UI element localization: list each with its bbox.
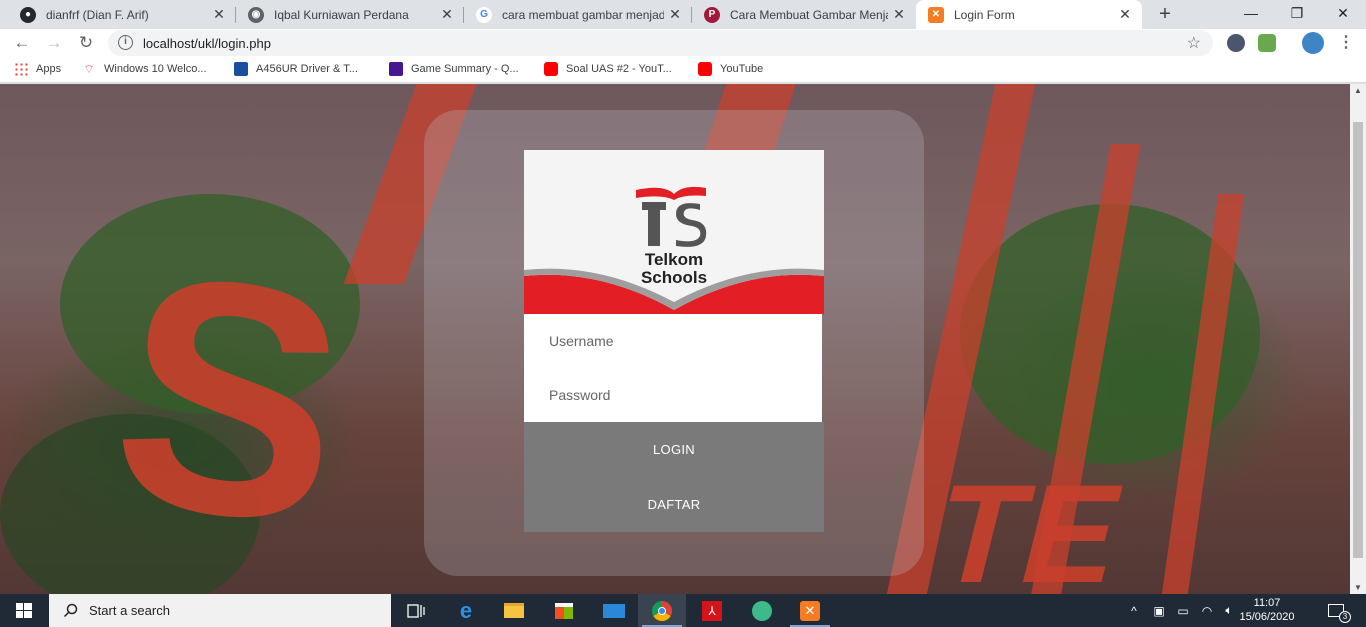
close-icon[interactable]: ✕ — [436, 6, 458, 23]
tab-login-form[interactable]: ✕ Login Form ✕ — [916, 0, 1142, 29]
tab-title: cara membuat gambar menjadi — [502, 7, 664, 22]
password-input[interactable] — [524, 368, 822, 422]
windows-logo-icon — [16, 603, 32, 618]
tab-strip: ● dianfrf (Dian F. Arif) ✕ ◉ Iqbal Kurni… — [0, 0, 1366, 29]
bookmark-label: A456UR Driver & T... — [256, 63, 358, 75]
store-icon[interactable] — [540, 594, 588, 627]
close-window-button[interactable]: ✕ — [1320, 0, 1366, 29]
google-icon: G — [476, 6, 492, 23]
bookmark-label: Windows 10 Welco... — [104, 63, 207, 75]
scroll-up-icon[interactable]: ▲ — [1350, 86, 1366, 95]
taskbar-search[interactable]: Start a search — [49, 594, 391, 627]
password-field — [524, 368, 822, 422]
youtube-icon — [544, 62, 558, 76]
p-site-icon: P — [704, 6, 720, 23]
wifi-icon: ⌔ — [83, 62, 95, 76]
background-sign-letter: S — [95, 200, 365, 594]
bookmark-star-icon[interactable]: ☆ — [1187, 33, 1201, 53]
mail-icon[interactable] — [590, 594, 638, 627]
youtube-icon — [698, 62, 712, 76]
game-icon — [389, 62, 403, 76]
bookmark-a456ur[interactable]: A456UR Driver & T... — [234, 62, 358, 76]
page-scrollbar[interactable]: ▲ ▼ — [1350, 84, 1366, 594]
login-card: Telkom Schools LOGIN DAFTAR — [524, 150, 824, 532]
bookmark-youtube[interactable]: YouTube — [698, 62, 763, 76]
clock[interactable]: 11:07 15/06/2020 — [1238, 596, 1296, 624]
bookmark-label: YouTube — [720, 63, 764, 75]
file-explorer-icon[interactable] — [490, 594, 538, 627]
asus-icon — [234, 62, 248, 76]
register-button[interactable]: DAFTAR — [524, 477, 824, 532]
wifi-icon[interactable]: ◠ — [1198, 594, 1216, 627]
url-text[interactable]: localhost/ukl/login.php — [143, 36, 271, 51]
avatar[interactable] — [1302, 32, 1324, 54]
scroll-thumb[interactable] — [1353, 122, 1363, 558]
clock-date: 15/06/2020 — [1239, 611, 1295, 623]
close-icon[interactable]: ✕ — [1114, 6, 1136, 23]
bookmark-label: Apps — [36, 63, 62, 75]
telkom-schools-logo: Telkom Schools — [524, 150, 824, 314]
bookmarks-bar: Apps ⌔ Windows 10 Welco... A456UR Driver… — [0, 57, 1366, 83]
username-input[interactable] — [524, 314, 822, 368]
tab-title: dianfrf (Dian F. Arif) — [46, 7, 149, 22]
login-button[interactable]: LOGIN — [524, 422, 824, 477]
acrobat-icon[interactable]: ⅄ — [688, 594, 736, 627]
tab-title: Iqbal Kurniawan Perdana — [274, 7, 409, 22]
github-icon: ● — [20, 6, 36, 23]
close-icon[interactable]: ✕ — [664, 6, 686, 23]
scroll-down-icon[interactable]: ▼ — [1350, 583, 1366, 592]
tab-google-search[interactable]: G cara membuat gambar menjadi ✕ — [464, 0, 692, 29]
windows-taskbar: Start a search e ⅄ ✕ ^ ▣ ▭ ◠ 🔈︎ 11:07 15… — [0, 594, 1366, 627]
background-sign-letter: TE — [920, 455, 1139, 594]
chrome-icon[interactable] — [638, 594, 686, 627]
xampp-taskbar-icon[interactable]: ✕ — [786, 594, 834, 627]
battery-icon[interactable]: ▭ — [1174, 594, 1192, 627]
search-placeholder: Start a search — [89, 603, 170, 618]
apps-grid-icon — [14, 62, 28, 76]
bookmark-apps[interactable]: Apps — [14, 62, 61, 76]
maximize-button[interactable]: ❐ — [1274, 0, 1320, 29]
logo-text-telkom: Telkom — [644, 250, 704, 269]
tab-title: Cara Membuat Gambar Menjadi — [730, 7, 888, 22]
bookmark-soal-uas[interactable]: Soal UAS #2 - YouT... — [544, 62, 672, 76]
edge-icon[interactable]: e — [442, 594, 490, 627]
start-button[interactable] — [0, 594, 48, 627]
task-view-icon[interactable] — [392, 594, 440, 627]
notification-center-icon[interactable]: 3 — [1318, 594, 1354, 627]
bookmark-label: Game Summary - Q... — [411, 63, 519, 75]
xampp-icon: ✕ — [928, 6, 944, 23]
show-hidden-icons-icon[interactable]: ^ — [1126, 594, 1142, 627]
search-icon — [63, 603, 78, 617]
extension-icon[interactable] — [1227, 34, 1245, 52]
browser-toolbar: ← → ↻ i localhost/ukl/login.php ☆ ⋮ — [0, 29, 1366, 57]
new-tab-button[interactable]: + — [1154, 3, 1176, 25]
globe-icon: ◉ — [248, 6, 264, 23]
site-info-icon[interactable]: i — [118, 35, 133, 50]
clock-time: 11:07 — [1253, 597, 1281, 609]
close-icon[interactable]: ✕ — [888, 6, 910, 23]
tab-github[interactable]: ● dianfrf (Dian F. Arif) ✕ — [8, 0, 236, 29]
bookmark-windows10[interactable]: ⌔ Windows 10 Welco... — [82, 62, 207, 76]
forward-button[interactable]: → — [42, 31, 66, 55]
reload-button[interactable]: ↻ — [74, 31, 98, 55]
tab-cara-membuat[interactable]: P Cara Membuat Gambar Menjadi ✕ — [692, 0, 916, 29]
extension-icon[interactable] — [1258, 34, 1276, 52]
logo-text-schools: Schools — [640, 268, 708, 287]
security-icon[interactable]: ▣ — [1150, 594, 1168, 627]
menu-icon[interactable]: ⋮ — [1338, 32, 1354, 52]
app-icon[interactable] — [738, 594, 786, 627]
bookmark-game-summary[interactable]: Game Summary - Q... — [389, 62, 519, 76]
username-field — [524, 314, 822, 368]
address-bar[interactable]: i localhost/ukl/login.php ☆ — [108, 30, 1213, 56]
close-icon[interactable]: ✕ — [208, 6, 230, 23]
bookmark-label: Soal UAS #2 - YouT... — [566, 63, 672, 75]
notification-count: 3 — [1339, 611, 1351, 623]
back-button[interactable]: ← — [10, 31, 34, 55]
minimize-button[interactable]: — — [1228, 0, 1274, 29]
tab-title: Login Form — [954, 7, 1015, 22]
volume-icon[interactable]: 🔈︎ — [1220, 594, 1238, 627]
telkom-schools-emblem — [524, 186, 824, 314]
tab-iqbal[interactable]: ◉ Iqbal Kurniawan Perdana ✕ — [236, 0, 464, 29]
